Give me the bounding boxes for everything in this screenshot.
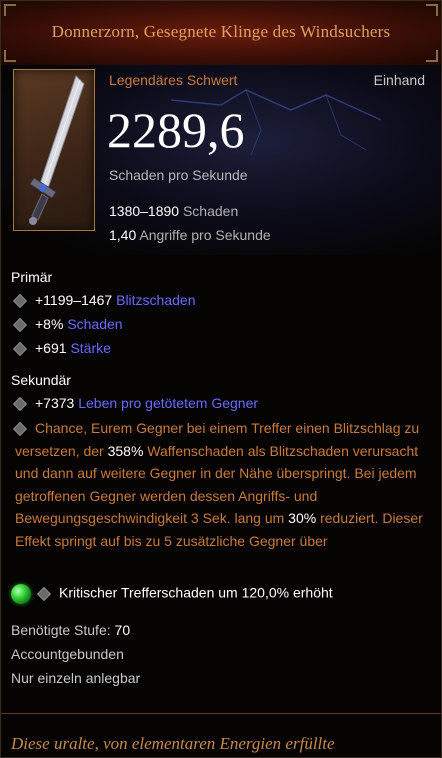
unique-equipped: Nur einzeln anlegbar bbox=[11, 670, 141, 686]
affix-row: +8% Schaden bbox=[11, 316, 123, 332]
diamond-bullet-icon bbox=[12, 421, 28, 436]
corner-ornament bbox=[426, 4, 438, 16]
socket-row: Kritischer Trefferschaden um 120,0% erhö… bbox=[11, 584, 333, 604]
damage-label: Schaden bbox=[182, 203, 239, 219]
diamond-bullet-icon bbox=[12, 396, 28, 411]
attack-speed-value: 1,40 bbox=[109, 227, 137, 243]
affix-row: +691 Stärke bbox=[11, 340, 111, 356]
legendary-affix: Chance, Eurem Gegner bei einem Treffer e… bbox=[12, 417, 425, 552]
attack-speed-line: 1,40 Angriffe pro Sekunde bbox=[109, 227, 271, 243]
secondary-label: Sekundär bbox=[11, 372, 71, 388]
item-summary: Legendäres Schwert Einhand 2289,6 Schade… bbox=[1, 65, 441, 255]
required-level: Benötigte Stufe: 70 bbox=[11, 622, 131, 638]
divider bbox=[1, 713, 441, 714]
damage-range: 1380–1890 bbox=[109, 203, 180, 219]
damage-line: 1380–1890 Schaden bbox=[109, 203, 238, 219]
attack-speed-label: Angriffe pro Sekunde bbox=[139, 227, 271, 243]
corner-ornament bbox=[4, 50, 16, 62]
item-slot: Einhand bbox=[373, 72, 425, 88]
item-tooltip: Donnerzorn, Gesegnete Klinge des Windsuc… bbox=[0, 0, 442, 758]
diamond-bullet-icon bbox=[12, 317, 28, 332]
diamond-bullet-icon bbox=[36, 586, 52, 601]
item-type: Legendäres Schwert bbox=[109, 72, 238, 88]
diamond-bullet-icon bbox=[12, 341, 28, 356]
socket-bonus: Kritischer Trefferschaden um 120,0% erhö… bbox=[59, 584, 333, 601]
affix-row: +1199–1467 Blitzschaden bbox=[11, 292, 196, 308]
sword-icon bbox=[29, 75, 85, 225]
tooltip-header: Donnerzorn, Gesegnete Klinge des Windsuc… bbox=[1, 1, 441, 66]
corner-ornament bbox=[4, 4, 16, 16]
diamond-bullet-icon bbox=[12, 293, 28, 308]
dps-label: Schaden pro Sekunde bbox=[109, 167, 248, 183]
emerald-gem-icon bbox=[11, 584, 31, 604]
account-bound: Accountgebunden bbox=[11, 646, 124, 662]
dps-value: 2289,6 bbox=[107, 102, 245, 158]
corner-ornament bbox=[426, 50, 438, 62]
primary-label: Primär bbox=[11, 269, 53, 285]
flavor-text: Diese uralte, von elementaren Energien e… bbox=[11, 734, 335, 753]
item-icon-frame bbox=[13, 69, 95, 231]
affix-row: +7373 Leben pro getötetem Gegner bbox=[11, 395, 258, 411]
item-name: Donnerzorn, Gesegnete Klinge des Windsuc… bbox=[51, 22, 391, 41]
